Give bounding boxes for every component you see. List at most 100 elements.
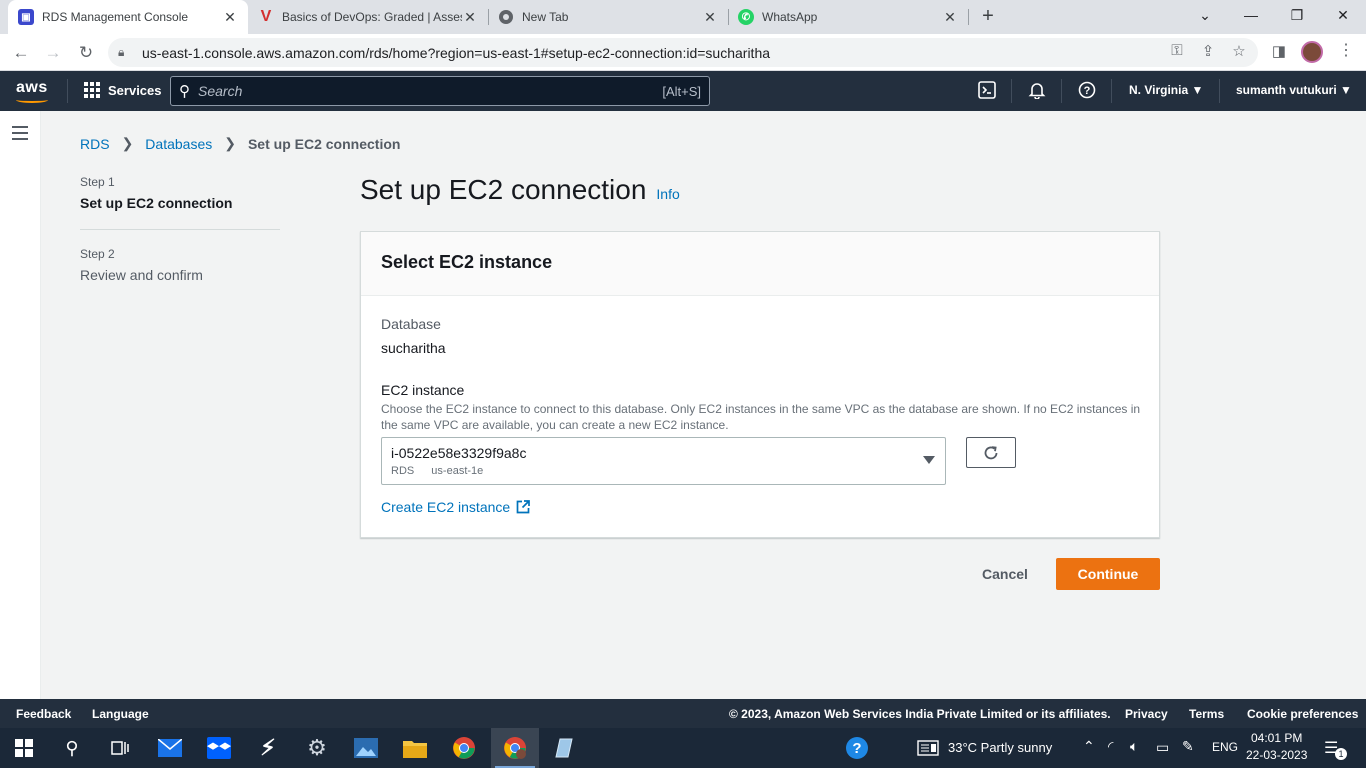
tab-search-icon[interactable]: ⌄ (1182, 0, 1228, 30)
tab-new-tab[interactable]: New Tab ✕ (488, 0, 728, 34)
tab-rds-console[interactable]: ▣ RDS Management Console ✕ (8, 0, 248, 34)
weather-icon (914, 734, 942, 762)
step-divider (80, 229, 280, 230)
weather-text[interactable]: 33°C Partly sunny (948, 740, 1052, 755)
aws-logo-text: aws (16, 79, 48, 96)
aws-smile-icon (16, 97, 48, 103)
minimize-button[interactable]: — (1228, 0, 1274, 30)
language-link[interactable]: Language (92, 707, 149, 721)
breadcrumb-current: Set up EC2 connection (247, 135, 401, 152)
tab-devops[interactable]: V Basics of DevOps: Graded | Asses ✕ (248, 0, 488, 34)
url-bar[interactable]: 🔒︎ us-east-1.console.aws.amazon.com/rds/… (108, 38, 1258, 67)
copyright-text: © 2023, Amazon Web Services India Privat… (729, 707, 1111, 721)
chevron-up-icon[interactable]: ⌃ (1083, 738, 1095, 755)
profile-avatar[interactable] (1301, 41, 1323, 63)
page-header: Set up EC2 connection Info (360, 174, 680, 206)
forward-arrow-icon[interactable]: → (40, 40, 66, 66)
pen-icon[interactable]: ✎ (1182, 738, 1194, 755)
chevron-right-icon: ❯ (121, 135, 134, 151)
aws-logo[interactable]: aws (16, 79, 48, 103)
help-icon[interactable]: ? (1077, 81, 1097, 101)
breadcrumb: RDS ❯ Databases ❯ Set up EC2 connection (80, 135, 400, 152)
key-icon[interactable]: ⚿ (1166, 42, 1188, 59)
chrome-profile-icon[interactable] (501, 734, 529, 762)
close-tab-icon[interactable]: ✕ (462, 9, 478, 26)
continue-button[interactable]: Continue (1056, 558, 1160, 590)
close-window-button[interactable]: ✕ (1320, 0, 1366, 30)
file-explorer-icon[interactable] (401, 734, 429, 762)
aws-search-box[interactable]: ⚲ [Alt+S] (170, 76, 710, 106)
lightning-app-icon[interactable]: ⚡︎ (254, 734, 282, 762)
tab-whatsapp[interactable]: ✆ WhatsApp ✕ (728, 0, 968, 34)
battery-icon[interactable]: ▭ (1156, 739, 1169, 756)
wifi-icon[interactable]: ◜ (1108, 738, 1113, 755)
ec2-instance-select[interactable]: i-0522e58e3329f9a8c RDS us-east-1e (381, 437, 946, 485)
reload-icon[interactable]: ↻ (73, 40, 99, 66)
bell-icon[interactable] (1027, 81, 1047, 101)
clock-date: 22-03-2023 (1246, 748, 1308, 762)
grid-icon (84, 82, 100, 98)
database-label: Database (381, 316, 441, 332)
search-icon[interactable]: ⚲ (58, 734, 86, 762)
whatsapp-icon: ✆ (738, 9, 754, 25)
page-title: Set up EC2 connection (360, 174, 647, 205)
language-indicator[interactable]: ENG (1212, 740, 1238, 754)
instance-tag-az: us-east-1e (431, 465, 484, 477)
clock-time: 04:01 PM (1251, 731, 1303, 745)
info-link[interactable]: Info (656, 186, 679, 202)
restore-button[interactable]: ❐ (1274, 0, 1320, 30)
region-selector[interactable]: N. Virginia ▼ (1129, 83, 1203, 97)
search-icon: ⚲ (179, 83, 190, 100)
windows-start-icon[interactable] (10, 734, 38, 762)
close-tab-icon[interactable]: ✕ (942, 9, 958, 26)
rds-icon: ▣ (18, 9, 34, 25)
bookmark-star-icon[interactable]: ☆ (1228, 42, 1250, 60)
terms-link[interactable]: Terms (1189, 707, 1224, 721)
system-clock[interactable]: 04:01 PM 22-03-2023 (1246, 730, 1307, 764)
cancel-button[interactable]: Cancel (966, 559, 1044, 589)
cookie-preferences-link[interactable]: Cookie preferences (1247, 707, 1358, 721)
breadcrumb-databases[interactable]: Databases (145, 136, 212, 152)
svg-text:?: ? (852, 740, 861, 757)
share-icon[interactable]: ⇪ (1197, 42, 1219, 60)
step-2-title: Review and confirm (80, 267, 203, 283)
mail-icon[interactable] (156, 734, 184, 762)
panel-title: Select EC2 instance (381, 252, 553, 272)
speaker-icon[interactable]: 🔈︎ (1130, 738, 1138, 755)
new-tab-button[interactable]: + (976, 4, 1000, 28)
refresh-button[interactable] (966, 437, 1016, 468)
dropbox-icon[interactable] (205, 734, 233, 762)
cloudshell-icon[interactable] (977, 81, 997, 101)
task-view-icon[interactable] (106, 734, 134, 762)
select-ec2-panel: Select EC2 instance Database sucharitha … (360, 231, 1160, 538)
breadcrumb-rds[interactable]: RDS (80, 136, 110, 152)
account-menu[interactable]: sumanth vutukuri ▼ (1236, 83, 1352, 97)
tab-title: WhatsApp (762, 10, 818, 24)
notification-count: 1 (1335, 748, 1347, 760)
notepad-icon[interactable] (549, 734, 577, 762)
nav-divider (67, 79, 68, 103)
photos-icon[interactable] (352, 734, 380, 762)
services-menu-button[interactable]: Services (84, 82, 162, 98)
close-tab-icon[interactable]: ✕ (222, 9, 238, 26)
create-link-text: Create EC2 instance (381, 499, 511, 515)
step-1-number: Step 1 (80, 175, 115, 189)
close-tab-icon[interactable]: ✕ (702, 9, 718, 26)
create-ec2-instance-link[interactable]: Create EC2 instance (381, 499, 531, 515)
help-icon[interactable]: ? (843, 734, 871, 762)
feedback-link[interactable]: Feedback (16, 707, 71, 721)
v-logo-icon: V (260, 8, 272, 25)
side-panel-icon[interactable]: ◨ (1268, 42, 1290, 60)
console-footer: Feedback Language © 2023, Amazon Web Ser… (0, 699, 1366, 728)
settings-gear-icon[interactable]: ⚙ (303, 734, 331, 762)
ec2-instance-label: EC2 instance (381, 382, 465, 398)
browser-menu-icon[interactable]: ⋮ (1338, 40, 1354, 60)
chrome-icon[interactable] (450, 734, 478, 762)
address-bar: ← → ↻ 🔒︎ us-east-1.console.aws.amazon.co… (0, 34, 1366, 71)
caret-down-icon (923, 456, 935, 464)
back-arrow-icon[interactable]: ← (8, 40, 34, 66)
search-input[interactable] (198, 83, 663, 99)
privacy-link[interactable]: Privacy (1125, 707, 1168, 721)
hamburger-menu-icon[interactable] (12, 126, 28, 144)
tab-title: Basics of DevOps: Graded | Asses (282, 10, 462, 24)
